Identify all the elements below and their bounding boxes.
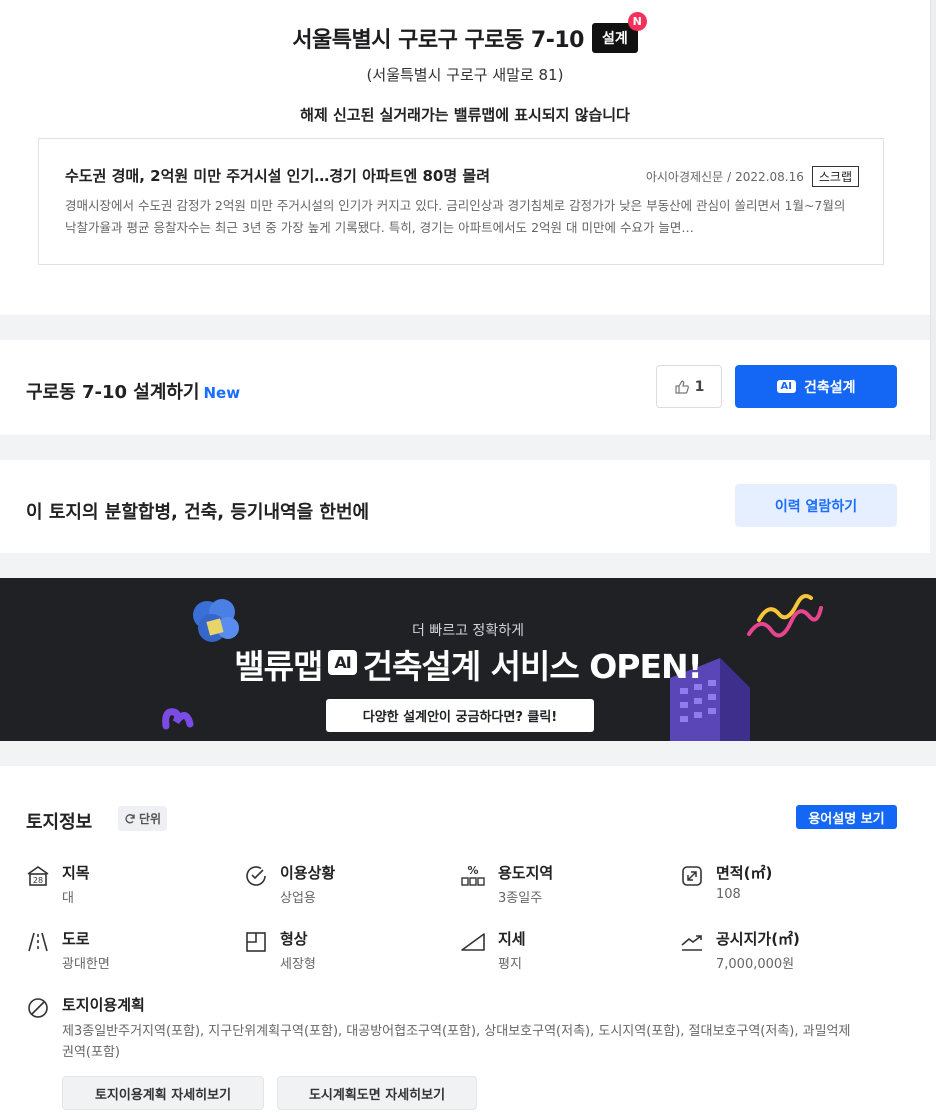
land-category-icon-text: 28 <box>33 876 43 885</box>
land-info-section: 토지정보 단위 용어설명 보기 28 지목대 이용상황상업용 % 용도지역 3종일… <box>0 766 936 1112</box>
item-label: 지목 <box>62 864 90 882</box>
design-badge[interactable]: 설계 N <box>591 12 647 53</box>
new-tag: New <box>203 384 241 402</box>
item-label: 형상 <box>280 930 308 948</box>
item-value: 7,000,000원 <box>716 957 795 972</box>
plan-value: 제3종일반주거지역(포함), 지구단위계획구역(포함), 대공방어협조구역(포함… <box>62 1024 851 1060</box>
design-title: 구로동 7-10 설계하기 New <box>26 378 240 404</box>
item-value: 세장형 <box>280 957 316 972</box>
refresh-icon <box>125 813 135 823</box>
design-section: 구로동 7-10 설계하기 New 1 AI 건축설계 <box>0 340 930 435</box>
land-item-road: 도로광대한면 <box>26 928 110 972</box>
ai-design-label: 건축설계 <box>803 379 856 396</box>
design-title-text: 구로동 7-10 설계하기 <box>26 382 200 403</box>
news-date: 2022.08.16 <box>735 169 804 184</box>
item-value: 3종일주 <box>498 891 543 906</box>
like-count: 1 <box>694 378 705 395</box>
banner-title-left: 밸류맵 <box>234 647 323 686</box>
area-expand-icon <box>682 866 702 886</box>
usage-check-icon <box>246 866 266 886</box>
item-value: 평지 <box>498 957 522 972</box>
road-address: (서울특별시 구로구 새말로 81) <box>366 66 564 84</box>
road-icon <box>28 932 48 952</box>
scrap-button[interactable]: 스크랩 <box>811 166 859 187</box>
item-label: 용도지역 <box>498 864 554 882</box>
ai-chip-icon: AI <box>776 380 796 393</box>
item-value: 대 <box>62 891 74 906</box>
scrollbar-track[interactable] <box>930 0 936 440</box>
item-label: 면적(㎡) <box>716 864 773 882</box>
news-source: 아시아경제신문 <box>645 170 724 184</box>
unit-toggle-button[interactable]: 단위 <box>118 806 168 831</box>
banner-ai-chip-icon: AI <box>328 649 357 675</box>
like-button[interactable]: 1 <box>656 365 722 408</box>
news-card[interactable]: 수도권 경매, 2억원 미만 주거시설 인기…경기 아파트엔 80명 몰려 아시… <box>38 138 884 265</box>
land-use-plan-detail-button[interactable]: 토지이용계획 자세히보기 <box>62 1076 264 1110</box>
glossary-button[interactable]: 용어설명 보기 <box>796 805 897 829</box>
design-badge-label: 설계 <box>601 31 628 47</box>
land-item-usage: 이용상황상업용 <box>244 862 335 906</box>
item-label: 도로 <box>62 930 90 948</box>
unit-label: 단위 <box>139 812 162 826</box>
land-use-plan: 토지이용계획 제3종일반주거지역(포함), 지구단위계획구역(포함), 대공방어… <box>26 994 896 1063</box>
banner-subtitle: 더 빠르고 정확하게 <box>412 623 524 639</box>
history-section: 이 토지의 분할합병, 건축, 등기내역을 한번에 이력 열람하기 <box>0 460 930 553</box>
land-item-category: 28 지목대 <box>26 862 90 906</box>
new-badge: N <box>627 12 647 31</box>
plan-label: 토지이용계획 <box>62 996 145 1014</box>
banner-title-right: 건축설계 서비스 OPEN! <box>362 647 703 686</box>
terrain-icon <box>461 933 485 951</box>
item-value: 상업용 <box>280 891 316 906</box>
purple-swirl-decoration <box>162 708 194 730</box>
land-category-icon: 28 <box>27 866 49 886</box>
banner-title: 밸류맵 AI 건축설계 서비스 OPEN! <box>0 640 936 688</box>
thumbs-up-icon <box>675 379 689 394</box>
news-body: 경매시장에서 수도권 감정가 2억원 미만 주거시설의 인기가 커지고 있다. … <box>65 198 846 235</box>
item-label: 이용상황 <box>280 864 336 882</box>
address-row: 서울특별시 구로구 구로동 7-10 설계 N <box>0 12 930 54</box>
item-value: 광대한면 <box>62 957 110 972</box>
ai-architecture-design-button[interactable]: AI 건축설계 <box>735 365 897 408</box>
address-section: 서울특별시 구로구 구로동 7-10 설계 N (서울특별시 구로구 새말로 81)… <box>0 0 930 315</box>
transaction-notice: 해제 신고된 실거래가는 밸류맵에 표시되지 않습니다 <box>300 106 630 124</box>
news-meta: 아시아경제신문 / 2022.08.16 스크랩 <box>646 166 859 187</box>
city-plan-map-detail-button[interactable]: 도시계획도면 자세히보기 <box>277 1076 477 1110</box>
land-item-terrain: 지세평지 <box>460 928 526 972</box>
land-info-title: 토지정보 <box>26 812 93 833</box>
item-label: 공시지가(㎡) <box>716 930 800 948</box>
news-title[interactable]: 수도권 경매, 2억원 미만 주거시설 인기…경기 아파트엔 80명 몰려 <box>65 165 490 186</box>
news-separator: / <box>727 169 732 184</box>
zoning-percent-icon: % <box>461 864 485 886</box>
ai-design-banner[interactable]: 더 빠르고 정확하게 밸류맵 AI 건축설계 서비스 OPEN! 다양한 설계안이 … <box>0 578 936 741</box>
address-title: 서울특별시 구로구 구로동 7-10 <box>292 28 584 53</box>
item-value: 108 <box>716 887 741 902</box>
history-title: 이 토지의 분할합병, 건축, 등기내역을 한번에 <box>26 502 370 523</box>
land-item-zoning: % 용도지역 3종일주 <box>460 862 553 906</box>
view-history-button[interactable]: 이력 열람하기 <box>735 484 897 527</box>
restricted-icon <box>28 998 48 1018</box>
banner-cta-button[interactable]: 다양한 설계안이 궁금하다면? 클릭! <box>326 699 594 732</box>
item-label: 지세 <box>498 930 526 948</box>
land-item-price: 공시지가(㎡) 7,000,000원 <box>680 928 800 972</box>
land-item-area: 면적(㎡) 108 <box>680 862 772 902</box>
shape-icon <box>246 932 266 952</box>
price-trend-icon <box>681 935 702 951</box>
land-item-shape: 형상세장형 <box>244 928 316 972</box>
svg-text:%: % <box>467 864 478 877</box>
